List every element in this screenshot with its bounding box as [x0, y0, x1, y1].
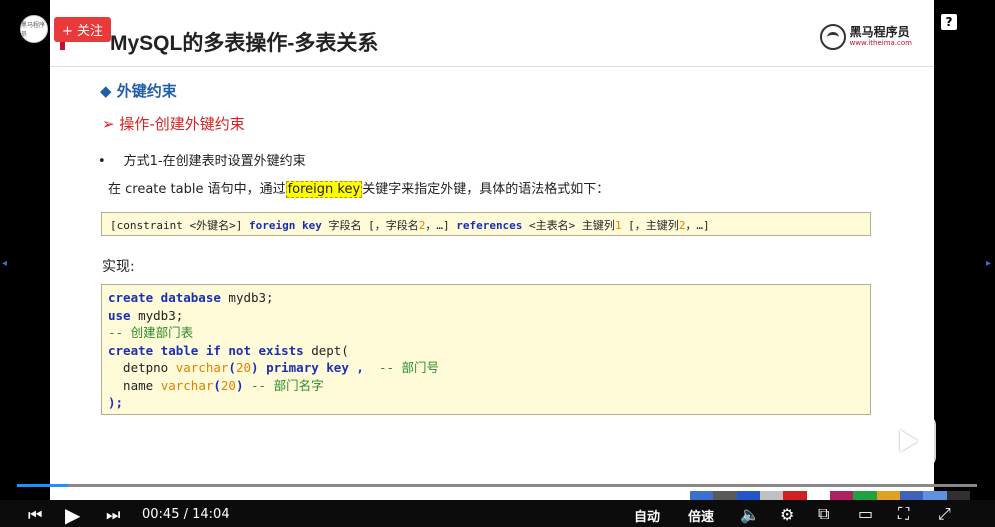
header-divider [50, 66, 934, 67]
next-slide-indicator[interactable]: ▸ [986, 258, 991, 269]
syntax-intro-pre: 在 create table 语句中，通过 [108, 182, 286, 197]
code-keyword: create database [108, 290, 221, 305]
progress-fill [17, 484, 68, 487]
syntax-keyword: foreign key [248, 219, 322, 232]
avatar[interactable]: 黑马程序员 [20, 15, 48, 43]
syntax-part: <主表名> 主键列 [522, 219, 615, 232]
code-keyword: primary key [266, 360, 349, 375]
bullet-create-fk: ➢ 操作-创建外键约束 [102, 115, 245, 133]
syntax-part: ，…] [425, 219, 457, 232]
code-text: detpno [108, 360, 176, 375]
time-total: 14:04 [192, 507, 230, 522]
auto-quality-button[interactable]: 自动 [634, 506, 660, 525]
code-text: name [108, 377, 161, 393]
time-display: 00:45 / 14:04 [142, 507, 230, 522]
syntax-intro-post: 关键字来指定外键，具体的语法格式如下： [362, 182, 610, 197]
code-type: varchar [160, 377, 214, 393]
help-icon[interactable]: ? [941, 14, 957, 30]
code-paren: ) [235, 377, 252, 393]
code-number: 20 [235, 360, 252, 375]
code-line: create table if not exists dept( [108, 342, 864, 360]
code-paren: ) [251, 360, 267, 375]
previous-icon[interactable]: ⏮ [28, 505, 42, 525]
code-number: 20 [220, 377, 236, 393]
code-line: ); [108, 395, 124, 410]
code-keyword: use [108, 307, 131, 323]
code-paren: ( [228, 360, 236, 375]
code-text: mydb3; [130, 307, 184, 323]
syntax-part: [，主键列 [621, 219, 679, 232]
syntax-part: 字段名 [，字段名 [321, 219, 419, 232]
syntax-keyword: references [456, 219, 523, 232]
play-overlay-button[interactable] [878, 415, 936, 467]
highlight-foreign-key: foreign key [285, 181, 363, 198]
logo-name: 黑马程序员 [849, 25, 910, 39]
slide: MySQL的多表操作-多表关系 黑马程序员 www.itheima.com ◆ … [50, 0, 934, 500]
time-current: 00:45 [142, 507, 180, 522]
code-comment: -- 部门名字 [251, 377, 324, 393]
syntax-part: [constraint <外键名>] [110, 219, 249, 232]
slide-title: MySQL的多表操作-多表关系 [110, 32, 379, 55]
code-line: -- 创建部门表 [108, 325, 194, 340]
widescreen-icon[interactable]: ▭ [858, 504, 873, 523]
prev-slide-indicator[interactable]: ◂ [2, 258, 7, 269]
code-line: create database mydb3; [108, 289, 864, 307]
time-separator: / [179, 507, 193, 522]
code-comment: -- 部门号 [378, 360, 440, 375]
syntax-box: [constraint <外键名>] foreign key 字段名 [，字段名… [101, 212, 871, 236]
web-fullscreen-icon[interactable]: ⛶ [898, 504, 909, 524]
syntax-number: 1 [614, 219, 622, 232]
play-icon[interactable]: ▶ [65, 503, 80, 527]
code-text: , [348, 360, 379, 375]
code-text: dept( [303, 342, 349, 358]
pip-icon[interactable]: ⧉ [818, 504, 829, 524]
speed-button[interactable]: 倍速 [688, 506, 714, 525]
bullet-method-1: • 方式1-在创建表时设置外键约束 [98, 150, 306, 169]
video-player[interactable]: MySQL的多表操作-多表关系 黑马程序员 www.itheima.com ◆ … [0, 0, 995, 527]
logo-url: www.itheima.com [849, 39, 912, 47]
logo-icon [819, 24, 846, 50]
code-line: name varchar(20) -- 部门名字 [108, 377, 864, 395]
uploader-follow: 黑马程序员 + 关注 [20, 15, 112, 43]
next-icon[interactable]: ⏭ [106, 505, 120, 525]
settings-gear-icon[interactable]: ⚙ [780, 505, 794, 524]
volume-icon[interactable]: 🔈 [740, 505, 760, 524]
syntax-intro: 在 create table 语句中，通过 foreign key 关键字来指定外键… [108, 178, 610, 198]
syntax-part: ，…] [685, 219, 710, 232]
slide-header: MySQL的多表操作-多表关系 黑马程序员 www.itheima.com [50, 0, 934, 68]
bullet-foreign-key: ◆ 外键约束 [100, 82, 177, 100]
code-paren: ( [213, 377, 221, 393]
implementation-label: 实现: [102, 259, 135, 275]
progress-bar[interactable] [17, 484, 977, 487]
bullet-dot: • [98, 154, 106, 169]
code-text: mydb3; [220, 290, 274, 305]
follow-button[interactable]: + 关注 [54, 16, 112, 42]
code-line: detpno varchar(20) primary key , -- 部门号 [108, 359, 864, 377]
code-keyword: create table if not exists [108, 342, 304, 358]
code-line: use mydb3; [108, 307, 864, 325]
fullscreen-icon[interactable]: ⤢ [938, 504, 951, 524]
bullet-method-1-text: 方式1-在创建表时设置外键约束 [123, 154, 306, 169]
code-block: create database mydb3; use mydb3; -- 创建部门表… [101, 284, 871, 415]
itheima-logo: 黑马程序员 www.itheima.com [819, 24, 912, 50]
code-type: varchar [175, 360, 229, 375]
